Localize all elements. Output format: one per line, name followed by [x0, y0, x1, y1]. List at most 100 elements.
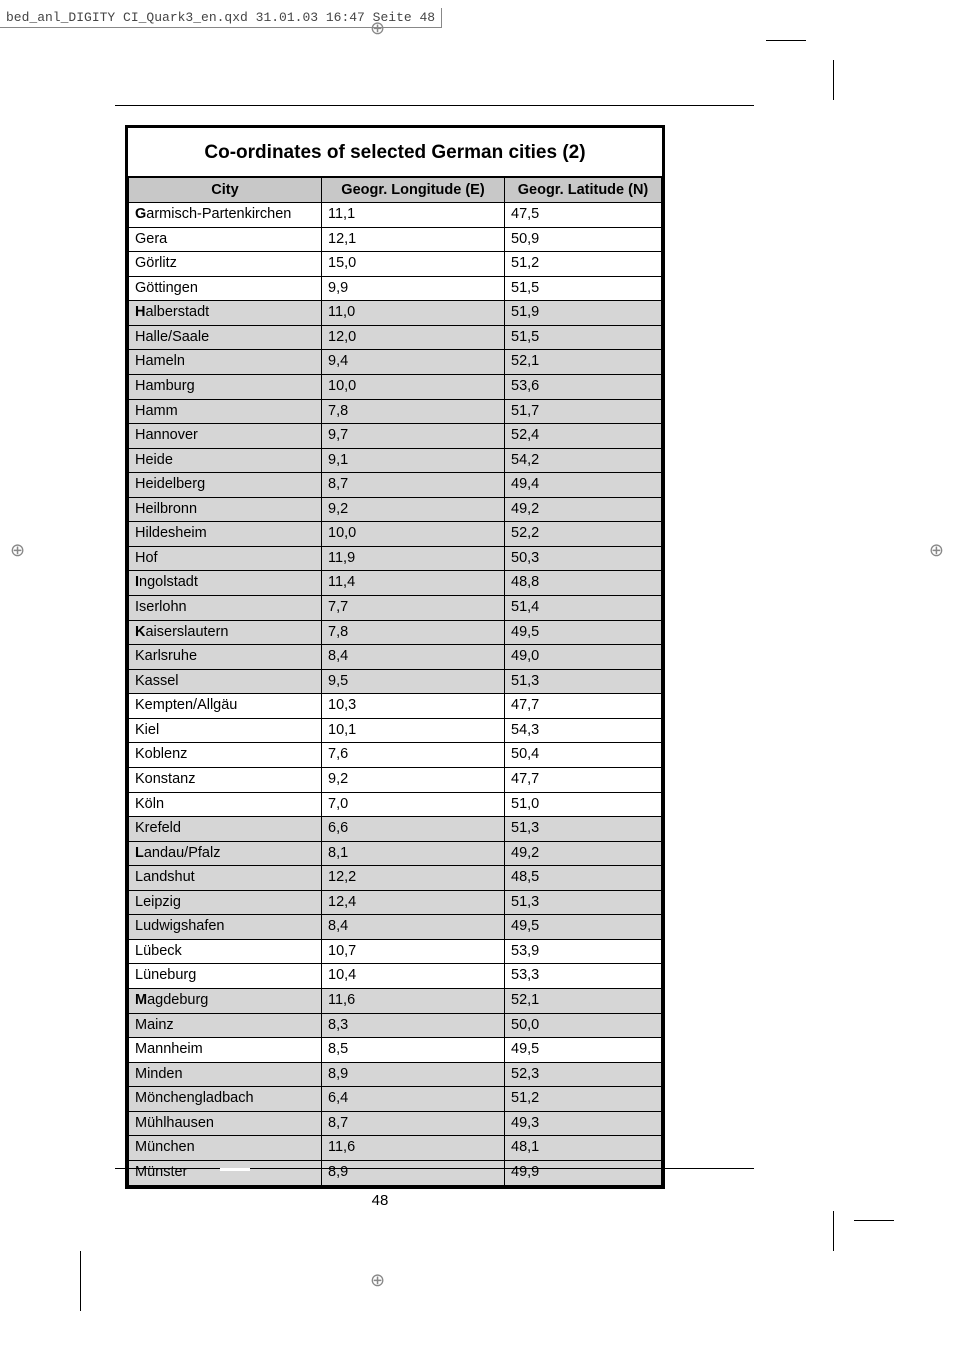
cell-latitude: 51,0	[505, 792, 662, 817]
table-row: Hannover9,752,4	[129, 424, 662, 449]
cell-city: Gera	[129, 227, 322, 252]
table-row: Karlsruhe8,449,0	[129, 645, 662, 670]
cell-city: Kassel	[129, 669, 322, 694]
cell-latitude: 51,7	[505, 399, 662, 424]
table-row: Mühlhausen8,749,3	[129, 1111, 662, 1136]
cell-longitude: 10,3	[322, 694, 505, 719]
cell-longitude: 7,0	[322, 792, 505, 817]
table-row: Landshut12,248,5	[129, 866, 662, 891]
table-row: Kassel9,551,3	[129, 669, 662, 694]
page-content: Co-ordinates of selected German cities (…	[125, 125, 665, 1189]
cell-latitude: 51,5	[505, 325, 662, 350]
cell-longitude: 8,9	[322, 1160, 505, 1185]
cell-city: Mönchengladbach	[129, 1087, 322, 1112]
registration-mark-right: ⊕	[929, 540, 944, 561]
cell-city: Hamm	[129, 399, 322, 424]
cell-latitude: 51,2	[505, 1087, 662, 1112]
table-container: Co-ordinates of selected German cities (…	[125, 125, 665, 1189]
cell-city: Heide	[129, 448, 322, 473]
cell-latitude: 49,2	[505, 841, 662, 866]
cell-latitude: 50,3	[505, 546, 662, 571]
table-row: Minden8,952,3	[129, 1062, 662, 1087]
cell-longitude: 8,3	[322, 1013, 505, 1038]
table-row: Hamburg10,053,6	[129, 374, 662, 399]
cell-longitude: 7,8	[322, 399, 505, 424]
cell-latitude: 50,9	[505, 227, 662, 252]
cell-city: Leipzig	[129, 890, 322, 915]
cell-city: Halle/Saale	[129, 325, 322, 350]
cell-longitude: 6,6	[322, 817, 505, 842]
cell-longitude: 11,0	[322, 301, 505, 326]
table-body: Garmisch-Partenkirchen11,147,5Gera12,150…	[129, 203, 662, 1186]
cell-longitude: 8,4	[322, 645, 505, 670]
cell-latitude: 47,7	[505, 767, 662, 792]
cell-latitude: 48,8	[505, 571, 662, 596]
table-row: Halberstadt11,051,9	[129, 301, 662, 326]
cell-city: Göttingen	[129, 276, 322, 301]
table-row: Köln7,051,0	[129, 792, 662, 817]
crop-mark	[766, 40, 806, 41]
cell-longitude: 8,1	[322, 841, 505, 866]
col-header-latitude: Geogr. Latitude (N)	[505, 177, 662, 203]
cell-latitude: 51,5	[505, 276, 662, 301]
table-title: Co-ordinates of selected German cities (…	[128, 128, 662, 176]
cell-city: Hameln	[129, 350, 322, 375]
table-row: Mainz8,350,0	[129, 1013, 662, 1038]
cell-city: Köln	[129, 792, 322, 817]
cell-latitude: 49,2	[505, 497, 662, 522]
cell-longitude: 11,6	[322, 989, 505, 1014]
cell-city: Mannheim	[129, 1038, 322, 1063]
registration-mark-left: ⊕	[10, 540, 25, 561]
cell-city: Garmisch-Partenkirchen	[129, 203, 322, 228]
cell-latitude: 54,3	[505, 718, 662, 743]
table-row: Münster8,949,9	[129, 1160, 662, 1185]
cell-longitude: 12,1	[322, 227, 505, 252]
cell-latitude: 51,3	[505, 669, 662, 694]
cell-latitude: 49,5	[505, 1038, 662, 1063]
cell-longitude: 9,5	[322, 669, 505, 694]
cell-city: Mainz	[129, 1013, 322, 1038]
cell-latitude: 52,3	[505, 1062, 662, 1087]
cell-city: Hannover	[129, 424, 322, 449]
cell-city: Koblenz	[129, 743, 322, 768]
page-rule-gap	[220, 1168, 250, 1171]
table-row: Koblenz7,650,4	[129, 743, 662, 768]
cell-longitude: 8,7	[322, 473, 505, 498]
table-row: Hamm7,851,7	[129, 399, 662, 424]
cell-city: Lüneburg	[129, 964, 322, 989]
crop-mark	[833, 60, 834, 100]
crop-mark	[80, 1251, 81, 1311]
cell-city: Hildesheim	[129, 522, 322, 547]
cell-longitude: 11,9	[322, 546, 505, 571]
cell-latitude: 54,2	[505, 448, 662, 473]
cell-longitude: 7,6	[322, 743, 505, 768]
cell-longitude: 11,4	[322, 571, 505, 596]
cell-latitude: 50,0	[505, 1013, 662, 1038]
cell-latitude: 53,3	[505, 964, 662, 989]
table-row: Mannheim8,549,5	[129, 1038, 662, 1063]
cell-city: Lübeck	[129, 939, 322, 964]
cell-city: Heilbronn	[129, 497, 322, 522]
table-row: Göttingen9,951,5	[129, 276, 662, 301]
table-row: Kaiserslautern7,849,5	[129, 620, 662, 645]
table-row: Lüneburg10,453,3	[129, 964, 662, 989]
cell-city: Görlitz	[129, 252, 322, 277]
cell-longitude: 8,7	[322, 1111, 505, 1136]
cell-longitude: 11,1	[322, 203, 505, 228]
cell-city: Landau/Pfalz	[129, 841, 322, 866]
cell-longitude: 10,7	[322, 939, 505, 964]
cell-longitude: 10,0	[322, 522, 505, 547]
cell-city: Heidelberg	[129, 473, 322, 498]
cell-latitude: 49,0	[505, 645, 662, 670]
cell-city: Minden	[129, 1062, 322, 1087]
table-row: Garmisch-Partenkirchen11,147,5	[129, 203, 662, 228]
table-row: Heilbronn9,249,2	[129, 497, 662, 522]
table-row: Halle/Saale12,051,5	[129, 325, 662, 350]
cell-longitude: 9,9	[322, 276, 505, 301]
cell-city: Iserlohn	[129, 596, 322, 621]
cell-longitude: 9,4	[322, 350, 505, 375]
table-row: Heide9,154,2	[129, 448, 662, 473]
cell-city: Magdeburg	[129, 989, 322, 1014]
table-row: Ludwigshafen8,449,5	[129, 915, 662, 940]
cell-longitude: 15,0	[322, 252, 505, 277]
